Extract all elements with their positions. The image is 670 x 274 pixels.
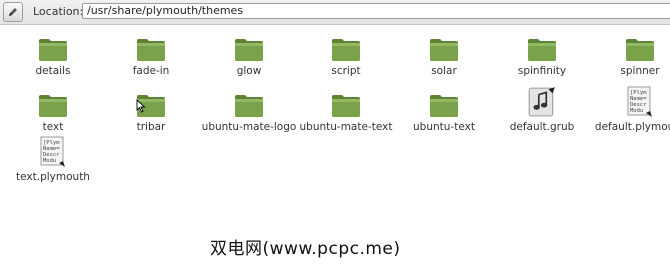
file-name: ubuntu-text bbox=[413, 121, 475, 133]
location-input[interactable] bbox=[82, 3, 670, 19]
folder-icon bbox=[528, 39, 556, 61]
folder-icon bbox=[626, 39, 654, 61]
file-item[interactable]: details bbox=[4, 36, 102, 77]
file-item[interactable]: glow bbox=[200, 36, 298, 77]
file-item[interactable]: [Plym Name= Descr Modu default.plymouth bbox=[591, 86, 670, 133]
folder-icon bbox=[137, 39, 165, 61]
folder-icon bbox=[235, 95, 263, 117]
text-file-icon: [Plym Name= Descr Modu bbox=[40, 136, 65, 167]
folder-icon bbox=[430, 39, 458, 61]
file-name: details bbox=[35, 65, 71, 77]
folder-icon bbox=[430, 95, 458, 117]
file-item[interactable]: script bbox=[297, 36, 395, 77]
file-name: ubuntu-mate-logo bbox=[201, 121, 297, 133]
file-item[interactable]: solar bbox=[395, 36, 493, 77]
mouse-pointer-icon bbox=[136, 99, 146, 113]
file-item[interactable]: default.grub bbox=[493, 86, 591, 133]
file-name: ubuntu-mate-text bbox=[299, 121, 393, 133]
file-name: solar bbox=[431, 65, 457, 77]
file-item[interactable]: fade-in bbox=[102, 36, 200, 77]
location-label: Location: bbox=[33, 5, 84, 18]
file-name: fade-in bbox=[132, 65, 170, 77]
folder-icon bbox=[235, 39, 263, 61]
file-name: default.plymouth bbox=[594, 121, 670, 133]
file-name: default.grub bbox=[509, 121, 575, 133]
file-item[interactable]: spinner bbox=[591, 36, 670, 77]
svg-text:Modu: Modu bbox=[630, 108, 643, 114]
watermark-text: 双电网(www.pcpc.me) bbox=[210, 239, 401, 259]
file-name: text bbox=[42, 121, 64, 133]
file-name: glow bbox=[236, 65, 262, 77]
svg-text:Modu: Modu bbox=[43, 158, 56, 164]
file-name: spinner bbox=[620, 65, 660, 77]
edit-location-button[interactable] bbox=[3, 2, 23, 22]
file-item[interactable]: [Plym Name= Descr Modu text.plymouth bbox=[4, 136, 102, 183]
file-item[interactable]: ubuntu-mate-text bbox=[297, 92, 395, 133]
file-item[interactable]: text bbox=[4, 92, 102, 133]
text-file-icon: [Plym Name= Descr Modu bbox=[627, 86, 652, 117]
pencil-icon bbox=[9, 8, 17, 16]
audio-file-icon bbox=[528, 87, 555, 117]
folder-icon bbox=[332, 39, 360, 61]
folder-icon bbox=[332, 95, 360, 117]
file-name: script bbox=[331, 65, 361, 77]
file-item[interactable]: ubuntu-text bbox=[395, 92, 493, 133]
file-name: text.plymouth bbox=[16, 171, 90, 183]
folder-icon bbox=[39, 39, 67, 61]
file-item[interactable]: tribar bbox=[102, 92, 200, 133]
location-bar: Location: bbox=[0, 0, 670, 25]
file-item[interactable]: ubuntu-mate-logo bbox=[200, 92, 298, 133]
folder-icon bbox=[39, 95, 67, 117]
file-item[interactable]: spinfinity bbox=[493, 36, 591, 77]
file-name: tribar bbox=[136, 121, 166, 133]
file-name: spinfinity bbox=[517, 65, 567, 77]
